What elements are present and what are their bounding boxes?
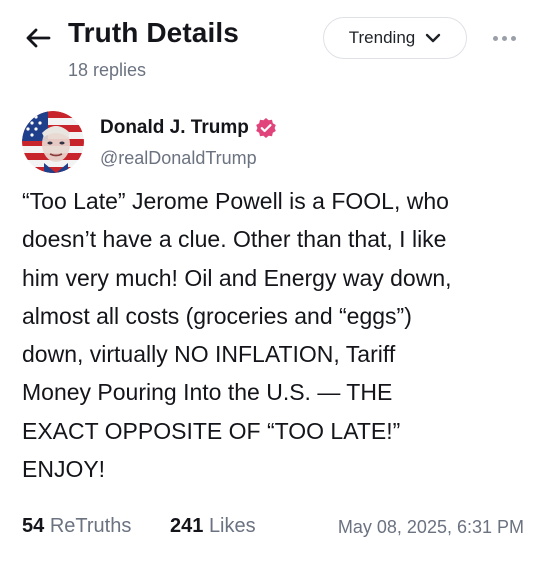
author-name[interactable]: Donald J. Trump (100, 117, 277, 139)
more-horizontal-icon-dot (510, 35, 516, 41)
avatar[interactable] (22, 111, 84, 173)
more-options-button[interactable] (486, 26, 522, 50)
author-name-text: Donald J. Trump (100, 117, 249, 138)
likes-label: Likes (208, 515, 256, 537)
post-stats: 54 ReTruths 241 Likes May 08, 2025, 6:31… (22, 515, 532, 545)
more-horizontal-icon-dot (501, 35, 507, 41)
retruths-stat[interactable]: 54 ReTruths (22, 515, 131, 538)
likes-stat[interactable]: 241 Likes (170, 515, 256, 538)
page-header: Truth Details 18 replies Trending (0, 0, 550, 90)
author-handle[interactable]: @realDonaldTrump (100, 148, 257, 169)
back-button[interactable] (22, 22, 54, 54)
avatar-image (22, 111, 84, 173)
reply-count: 18 replies (68, 60, 147, 80)
arrow-left-icon (26, 28, 51, 48)
more-horizontal-icon (492, 35, 498, 41)
sort-dropdown[interactable]: Trending (323, 17, 467, 59)
chevron-down-icon (426, 33, 441, 43)
retruths-label: ReTruths (49, 515, 132, 537)
retruths-count: 54 (22, 515, 45, 537)
post-timestamp: May 08, 2025, 6:31 PM (337, 517, 524, 537)
likes-count: 241 (170, 515, 204, 537)
verified-badge-icon (256, 118, 276, 138)
sort-dropdown-label: Trending (348, 28, 416, 47)
post-body: “Too Late” Jerome Powell is a FOOL, who … (22, 188, 452, 483)
page-title: Truth Details (68, 17, 239, 48)
